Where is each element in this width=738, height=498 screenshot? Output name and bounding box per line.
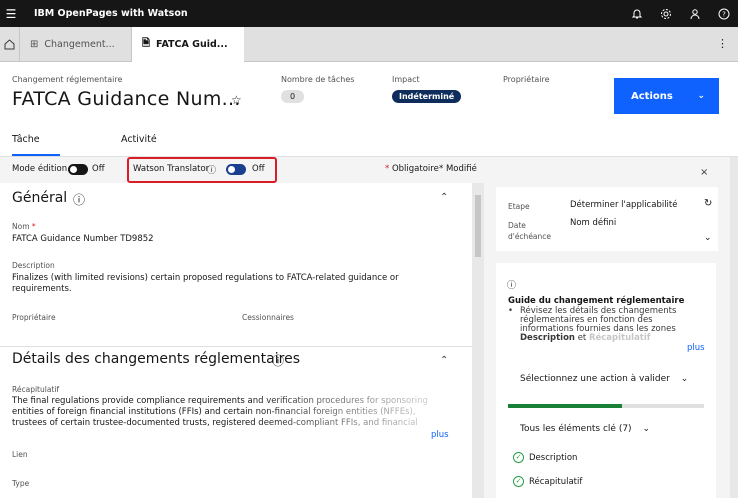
impact-label: Impact — [392, 75, 420, 84]
type-label: Type — [12, 479, 30, 488]
link-label: Lien — [12, 450, 28, 459]
tab-regulatory-change[interactable]: ⊞ Changement... — [20, 27, 132, 62]
chevron-down-icon: ⌄ — [680, 374, 689, 384]
chevron-down-icon: ⌄ — [642, 424, 650, 434]
edit-mode-label: Mode édition — [12, 164, 68, 174]
info-icon[interactable]: ⓘ — [73, 191, 85, 208]
key-elements-dropdown[interactable]: Tous les éléments clé (7) ⌄ — [520, 424, 650, 434]
guide-title: Guide du changement réglementaire — [508, 296, 685, 306]
chevron-down-icon: ⌄ — [697, 91, 705, 101]
edit-mode-state: Off — [92, 164, 105, 174]
checkmark-circle-icon: ✓ — [513, 452, 524, 463]
guide-emphasis: Description — [520, 333, 575, 343]
guide-emphasis: Récapitulatif — [588, 333, 651, 343]
assignees-label: Cessionnaires — [242, 313, 294, 322]
notification-icon[interactable] — [622, 0, 651, 27]
checklist-item: ✓ Récapitulatif — [513, 476, 582, 487]
user-icon[interactable] — [680, 0, 709, 27]
owner-label: Propriétaire — [503, 75, 550, 84]
name-value[interactable]: FATCA Guidance Number TD9852 — [12, 234, 154, 245]
main-scrollbar[interactable] — [472, 183, 484, 498]
select-action-label: Sélectionnez une action à valider — [520, 374, 670, 384]
name-label: Nom * — [12, 222, 36, 231]
home-tab[interactable] — [0, 27, 20, 62]
guide-text: Révisez les détails des changements régl… — [520, 306, 677, 334]
page-title: FATCA Guidance Num... — [12, 88, 241, 110]
tab-label: FATCA Guid... — [156, 39, 228, 50]
modified-legend: * Modifié — [439, 164, 477, 174]
checklist-label: Récapitulatif — [529, 477, 583, 487]
close-icon[interactable]: × — [700, 167, 708, 178]
due-date-label: Date d'échéance — [508, 221, 552, 241]
guide-conjunction: et — [577, 333, 587, 343]
tab-fatca-guidance[interactable]: 🗎 FATCA Guid... — [132, 27, 244, 62]
description-label: Description — [12, 261, 55, 270]
stage-value: Déterminer l'applicabilité — [570, 200, 678, 210]
main-content: Général ⓘ ⌃ Nom * FATCA Guidance Number … — [0, 183, 472, 498]
impact-badge: Indéterminé — [392, 90, 462, 103]
overflow-menu-icon[interactable]: ⋮ — [717, 37, 728, 50]
actions-button-label: Actions — [631, 90, 673, 102]
hamburger-menu-icon[interactable]: ☰ — [0, 0, 22, 27]
checklist-label: Description — [529, 453, 578, 463]
general-section-title: Général — [12, 190, 68, 206]
select-action-dropdown[interactable]: Sélectionnez une action à valider ⌄ — [520, 374, 688, 384]
guide-card: ⓘ Guide du changement réglementaire • Ré… — [496, 263, 716, 498]
tab-bar: ⊞ Changement... 🗎 FATCA Guid... ⋮ — [0, 27, 738, 62]
favorite-star-icon[interactable]: ☆ — [231, 93, 242, 107]
object-header: Changement réglementaire FATCA Guidance … — [0, 62, 738, 157]
tasks-count-badge: 0 — [281, 90, 305, 103]
divider — [0, 346, 472, 347]
side-panel: × Etape Déterminer l'applicabilité ↻ Dat… — [484, 157, 730, 498]
top-bar: ☰ IBM OpenPages with Watson ? — [0, 0, 738, 27]
help-icon[interactable]: ? — [709, 0, 738, 27]
top-bar-actions: ? — [622, 0, 738, 27]
owner-field-label: Propriétaire — [12, 313, 56, 322]
required-text: Obligatoire — [391, 164, 439, 174]
checklist-item: ✓ Description — [513, 452, 577, 463]
summary-label: Récapitulatif — [12, 385, 60, 394]
side-panel-scrollbar[interactable] — [730, 157, 738, 498]
settings-icon[interactable] — [651, 0, 680, 27]
svg-text:?: ? — [722, 10, 726, 18]
summary-value[interactable]: The final regulations provide compliance… — [12, 396, 444, 429]
chevron-up-icon[interactable]: ⌃ — [440, 355, 448, 366]
guide-more-link[interactable]: plus — [687, 343, 705, 353]
due-date-value: Nom défini — [570, 218, 617, 228]
subtab-task[interactable]: Tâche — [12, 134, 60, 156]
key-elements-label: Tous les éléments clé (7) — [520, 424, 632, 434]
summary-more-link[interactable]: plus — [431, 430, 449, 440]
chevron-down-icon[interactable]: ⌄ — [704, 233, 712, 243]
home-icon — [4, 39, 15, 50]
edit-mode-toggle[interactable] — [68, 164, 88, 175]
stage-label: Etape — [508, 202, 530, 211]
highlight-box — [127, 157, 277, 183]
description-value[interactable]: Finalizes (with limited revisions) certa… — [12, 273, 432, 295]
checkmark-circle-icon: ✓ — [513, 476, 524, 487]
refresh-icon[interactable]: ↻ — [704, 198, 712, 209]
document-icon: 🗎 — [142, 38, 151, 49]
guide-bullet: • Révisez les détails des changements ré… — [508, 306, 677, 343]
required-legend: * Obligatoire — [385, 164, 439, 174]
tasks-count-label: Nombre de tâches — [281, 75, 355, 84]
progress-fill — [508, 404, 622, 408]
object-type-label: Changement réglementaire — [12, 75, 123, 84]
stage-card: Etape Déterminer l'applicabilité ↻ Date … — [496, 187, 718, 251]
modified-text: Modifié — [445, 164, 477, 174]
progress-bar — [508, 404, 704, 408]
grid-icon: ⊞ — [30, 39, 39, 50]
app-title: IBM OpenPages with Watson — [34, 8, 188, 19]
actions-button[interactable]: Actions ⌄ — [614, 78, 719, 114]
tab-label: Changement... — [44, 39, 115, 50]
details-section-title: Détails des changements réglementaires — [12, 351, 300, 367]
info-icon[interactable]: ⓘ — [272, 352, 284, 369]
subtab-activity[interactable]: Activité — [121, 134, 157, 145]
chevron-up-icon[interactable]: ⌃ — [440, 192, 448, 203]
info-icon: ⓘ — [507, 281, 517, 291]
